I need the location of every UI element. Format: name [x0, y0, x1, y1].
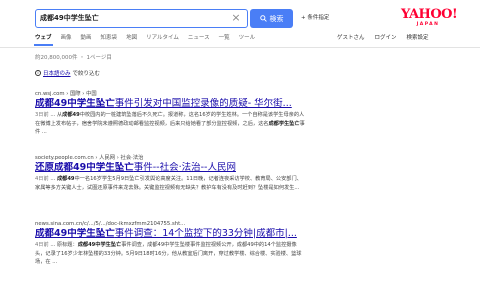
user-links: ゲストさん ログイン 検索設定	[337, 33, 439, 43]
tab-list[interactable]: 一覧	[219, 33, 230, 47]
close-icon[interactable]: ×	[230, 12, 242, 24]
header-divider	[0, 47, 480, 48]
result-title-bold: 还原成都49中学生坠亡	[35, 162, 134, 173]
snippet-text: ...	[48, 176, 57, 182]
result-date: 4日前	[35, 176, 49, 182]
result-url: news.sina.com.cn/c/.../5/.../doc-ikmxzfm…	[35, 221, 186, 227]
result-date: 3日前	[35, 112, 49, 118]
tab-news[interactable]: ニュース	[188, 33, 210, 47]
snippet-highlight: 成都49	[56, 176, 75, 182]
snippet-text: ... 原标题：	[48, 242, 78, 248]
snippet-text: 中一名16岁学生5月9日坠亡引发舆论高度关注。11日晚，记者连夜采访学校、教育局…	[35, 176, 302, 191]
result-date: 4日前	[35, 242, 49, 248]
search-result: cn.wsj.com › 国際 › 中国 成都49中学生坠亡事件引发对中国监控录…	[35, 90, 305, 137]
result-count: 約20,800,000件 ・ 1ページ目	[35, 55, 112, 61]
japanese-filter-text: で絞り込む	[72, 71, 101, 77]
search-tabs: ウェブ 画像 動画 知恵袋 地図 リアルタイム ニュース 一覧 ツール	[34, 33, 264, 47]
search-result: news.sina.com.cn/c/.../5/.../doc-ikmxzfm…	[35, 220, 305, 267]
search-icon	[259, 15, 267, 22]
info-icon: i	[35, 70, 41, 76]
snippet-highlight: 成都49中学生坠亡	[77, 242, 122, 248]
tab-map[interactable]: 地図	[126, 33, 137, 47]
search-button-label: 検索	[269, 14, 284, 23]
result-title-bold: 成都49中学生坠亡	[35, 228, 115, 239]
logo-main: YAHOO!	[401, 7, 458, 22]
result-snippet: 4日前 ... 成都49中一名16岁学生5月9日坠亡引发舆论高度关注。11日晚，…	[35, 175, 305, 192]
snippet-highlight: 成都学生坠亡	[268, 120, 300, 127]
japanese-only-link[interactable]: 日本語のみ	[43, 69, 71, 77]
result-snippet: 3日前 ... 从成都49中校园内的一桩建筑坠落后不久死亡。报道称，这名16岁的…	[35, 111, 305, 137]
tab-chiebukuro[interactable]: 知恵袋	[101, 33, 118, 47]
yahoo-japan-logo[interactable]: YAHOO! JAPAN	[401, 7, 458, 34]
search-settings-link[interactable]: 検索設定	[407, 33, 429, 43]
result-title-rest: 事件调查：14个监控下的33分钟|成都市|...	[114, 228, 297, 239]
snippet-highlight: 成都49	[62, 112, 80, 118]
logo-sub: JAPAN	[416, 22, 440, 27]
result-title-rest: 事件引发对中国监控录像的质疑- 华尔街...	[114, 98, 292, 109]
result-url: society.people.com.cn › 人民网 › 社会·法治	[35, 155, 144, 161]
result-title[interactable]: 成都49中学生坠亡事件调查：14个监控下的33分钟|成都市|...	[35, 228, 305, 240]
tab-video[interactable]: 動画	[81, 33, 92, 47]
result-title-bold: 成都49中学生坠亡	[35, 98, 115, 109]
tab-tools[interactable]: ツール	[239, 33, 256, 47]
result-title[interactable]: 还原成都49中学生坠亡事件--社会·法治--人民网	[35, 162, 305, 174]
search-button[interactable]: 検索	[250, 9, 293, 28]
tab-images[interactable]: 画像	[61, 33, 72, 47]
search-input[interactable]: 成都49中学生坠亡	[35, 9, 248, 28]
tab-web[interactable]: ウェブ	[34, 33, 53, 47]
login-link[interactable]: ログイン	[375, 33, 397, 43]
tab-realtime[interactable]: リアルタイム	[146, 33, 179, 47]
guest-label: ゲストさん	[337, 35, 365, 41]
result-snippet: 4日前 ... 原标题：成都49中学生坠亡事件调查，成都49中学生坠楼事件监控视…	[35, 241, 305, 267]
result-url: cn.wsj.com › 国際 › 中国	[35, 91, 97, 97]
result-title-rest: 事件--社会·法治--人民网	[133, 162, 236, 173]
japanese-filter: i 日本語のみ で絞り込む	[35, 69, 100, 77]
snippet-text: ... 从	[48, 112, 63, 118]
search-result: society.people.com.cn › 人民网 › 社会·法治 还原成都…	[35, 154, 305, 192]
conditions-link[interactable]: + 条件指定	[301, 13, 329, 21]
result-title[interactable]: 成都49中学生坠亡事件引发对中国监控录像的质疑- 华尔街...	[35, 98, 305, 110]
